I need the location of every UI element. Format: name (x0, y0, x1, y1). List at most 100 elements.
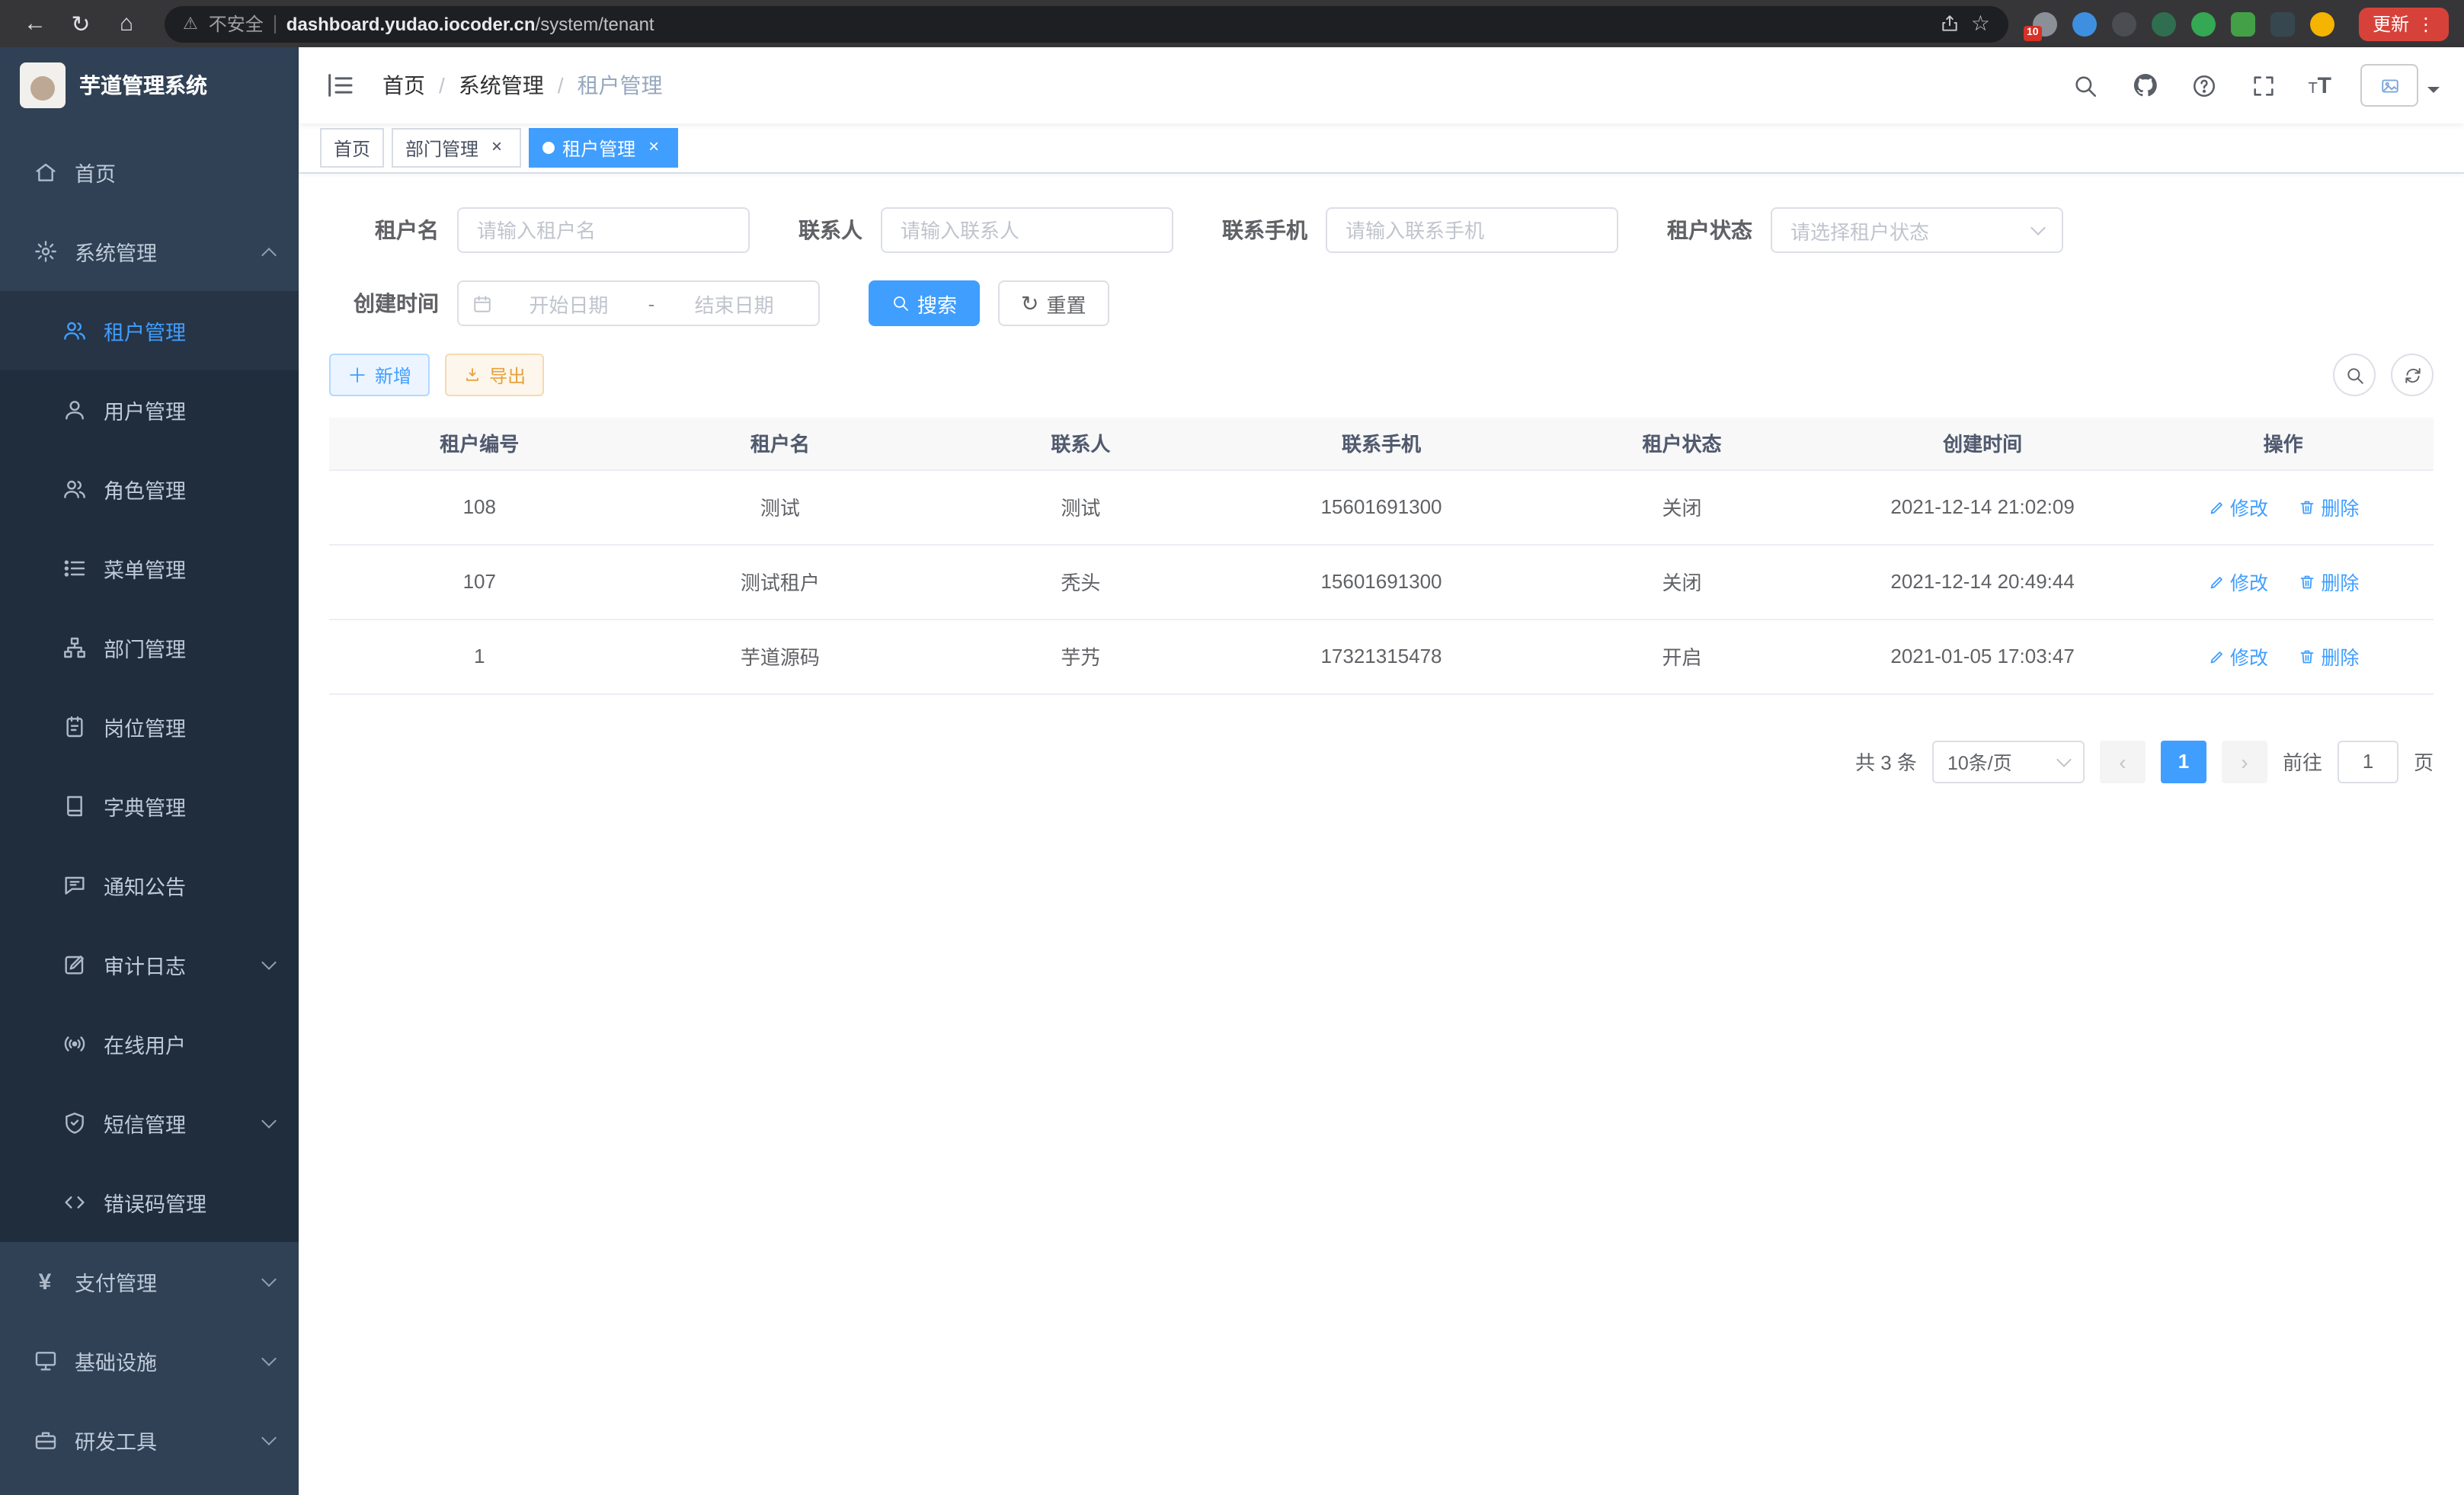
breadcrumb-separator: / (439, 73, 445, 98)
toggle-search-icon[interactable] (2333, 354, 2376, 396)
search-form-row-1: 租户名 联系人 联系手机 租户状态 请选择租户状态 (329, 207, 2434, 253)
goto-page-input[interactable] (2338, 740, 2398, 783)
create-time-range-picker[interactable]: 开始日期 - 结束日期 (457, 280, 820, 326)
refresh-icon[interactable] (2391, 354, 2434, 396)
delete-button[interactable]: 删除 (2298, 642, 2359, 671)
share-icon[interactable] (1941, 14, 1960, 34)
cell-phone: 17321315478 (1231, 619, 1532, 693)
browser-toolbar: ← ↻ ⌂ ⚠ 不安全 dashboard.yudao.iocoder.cn/s… (0, 0, 2464, 47)
sidebar-collapse-icon[interactable] (323, 69, 357, 102)
shield-icon (61, 1110, 87, 1136)
add-button[interactable]: ＋ 新增 (329, 354, 430, 396)
tab-tenant-management[interactable]: 租户管理 × (529, 128, 678, 168)
home-icon[interactable]: ⌂ (107, 4, 146, 43)
breadcrumb-home[interactable]: 首页 (382, 70, 425, 101)
bookmark-star-icon[interactable]: ☆ (1971, 11, 1990, 37)
search-button[interactable]: 搜索 (869, 280, 980, 326)
update-button[interactable]: 更新 ⋮ (2359, 7, 2449, 40)
sidebar-item-audit-log[interactable]: 审计日志 (0, 925, 299, 1004)
chevron-down-icon (261, 1272, 277, 1287)
close-icon[interactable]: × (486, 137, 507, 158)
sidebar-item-dev-tools[interactable]: 研发工具 (0, 1401, 299, 1480)
sidebar-item-label: 通知公告 (104, 870, 186, 901)
col-created-at: 创建时间 (1832, 418, 2133, 469)
edit-button[interactable]: 修改 (2207, 567, 2268, 596)
page-size-select[interactable]: 10条/页 (1932, 740, 2085, 783)
address-bar[interactable]: ⚠ 不安全 dashboard.yudao.iocoder.cn/system/… (165, 5, 2008, 42)
sidebar-item-label: 租户管理 (104, 315, 186, 346)
phone-input[interactable] (1326, 207, 1618, 253)
extension-icon[interactable] (2231, 11, 2255, 36)
cell-tenant-name: 测试租户 (630, 544, 931, 619)
contact-input[interactable] (881, 207, 1173, 253)
tenant-name-input[interactable] (457, 207, 750, 253)
sidebar-item-label: 短信管理 (104, 1108, 186, 1138)
breadcrumb-system-management[interactable]: 系统管理 (459, 70, 544, 101)
end-date-placeholder: 结束日期 (664, 289, 805, 318)
status-select[interactable]: 请选择租户状态 (1771, 207, 2063, 253)
delete-label: 删除 (2321, 642, 2359, 671)
col-phone: 联系手机 (1231, 418, 1532, 469)
sidebar-item-home[interactable]: 首页 (0, 133, 299, 212)
sidebar-item-user-management[interactable]: 用户管理 (0, 370, 299, 450)
sidebar-item-label: 错误码管理 (104, 1187, 206, 1218)
prev-page-button[interactable]: ‹ (2100, 740, 2146, 783)
sidebar-item-menu-management[interactable]: 菜单管理 (0, 529, 299, 608)
col-status: 租户状态 (1531, 418, 1832, 469)
user-avatar[interactable] (2360, 64, 2440, 107)
sidebar-item-role-management[interactable]: 角色管理 (0, 450, 299, 529)
status-field: 租户状态 请选择租户状态 (1667, 207, 2063, 253)
current-page-button[interactable]: 1 (2161, 740, 2206, 783)
reset-button-label: 重置 (1047, 289, 1086, 318)
export-button[interactable]: 导出 (445, 354, 544, 396)
gear-icon (32, 238, 58, 264)
extension-icon[interactable] (2270, 11, 2295, 36)
plus-icon: ＋ (347, 365, 367, 385)
reload-icon[interactable]: ↻ (61, 4, 101, 43)
sidebar-item-post-management[interactable]: 岗位管理 (0, 687, 299, 767)
font-size-icon[interactable]: TT (2308, 74, 2331, 97)
total-count: 共 3 条 (1855, 747, 1917, 776)
github-icon[interactable] (2130, 70, 2160, 101)
delete-button[interactable]: 删除 (2298, 567, 2359, 596)
sidebar-item-error-code-management[interactable]: 错误码管理 (0, 1163, 299, 1242)
sidebar-item-sms-management[interactable]: 短信管理 (0, 1084, 299, 1163)
tab-home[interactable]: 首页 (320, 128, 384, 168)
extension-icon[interactable] (2310, 11, 2334, 36)
sidebar-item-system-management[interactable]: 系统管理 (0, 212, 299, 291)
extension-icon[interactable] (2191, 11, 2216, 36)
sidebar-item-tenant-management[interactable]: 租户管理 (0, 291, 299, 370)
sidebar-item-notice[interactable]: 通知公告 (0, 846, 299, 925)
sidebar-item-payment-management[interactable]: ¥ 支付管理 (0, 1242, 299, 1321)
fullscreen-icon[interactable] (2248, 70, 2279, 101)
extension-icon[interactable] (2072, 11, 2097, 36)
roles-icon (61, 476, 87, 502)
edit-label: 修改 (2230, 567, 2268, 596)
next-page-button[interactable]: › (2222, 740, 2267, 783)
reset-button[interactable]: ↻ 重置 (998, 280, 1109, 326)
close-icon[interactable]: × (643, 137, 664, 158)
sidebar-item-infrastructure[interactable]: 基础设施 (0, 1321, 299, 1401)
cell-status: 开启 (1531, 619, 1832, 693)
cell-actions: 修改 删除 (2133, 544, 2434, 619)
log-icon (61, 952, 87, 978)
tab-label: 首页 (334, 135, 370, 161)
delete-button[interactable]: 删除 (2298, 492, 2359, 521)
sidebar-item-dept-management[interactable]: 部门管理 (0, 608, 299, 687)
search-icon[interactable] (2070, 70, 2101, 101)
sidebar-item-online-users[interactable]: 在线用户 (0, 1004, 299, 1084)
app-logo[interactable]: 芋道管理系统 (0, 47, 299, 123)
sidebar-item-dict-management[interactable]: 字典管理 (0, 767, 299, 846)
extension-icon[interactable]: 10 (2033, 11, 2057, 36)
cell-tenant-name: 芋道源码 (630, 619, 931, 693)
edit-button[interactable]: 修改 (2207, 492, 2268, 521)
tab-dept-management[interactable]: 部门管理 × (392, 128, 521, 168)
help-icon[interactable] (2189, 70, 2219, 101)
search-form-row-2: 创建时间 开始日期 - 结束日期 搜索 (329, 280, 2434, 326)
extension-icon[interactable] (2152, 11, 2176, 36)
edit-button[interactable]: 修改 (2207, 642, 2268, 671)
back-icon[interactable]: ← (15, 4, 55, 43)
breadcrumb-separator: / (558, 73, 564, 98)
extension-icon[interactable] (2112, 11, 2136, 36)
tenant-name-field: 租户名 (329, 207, 750, 253)
